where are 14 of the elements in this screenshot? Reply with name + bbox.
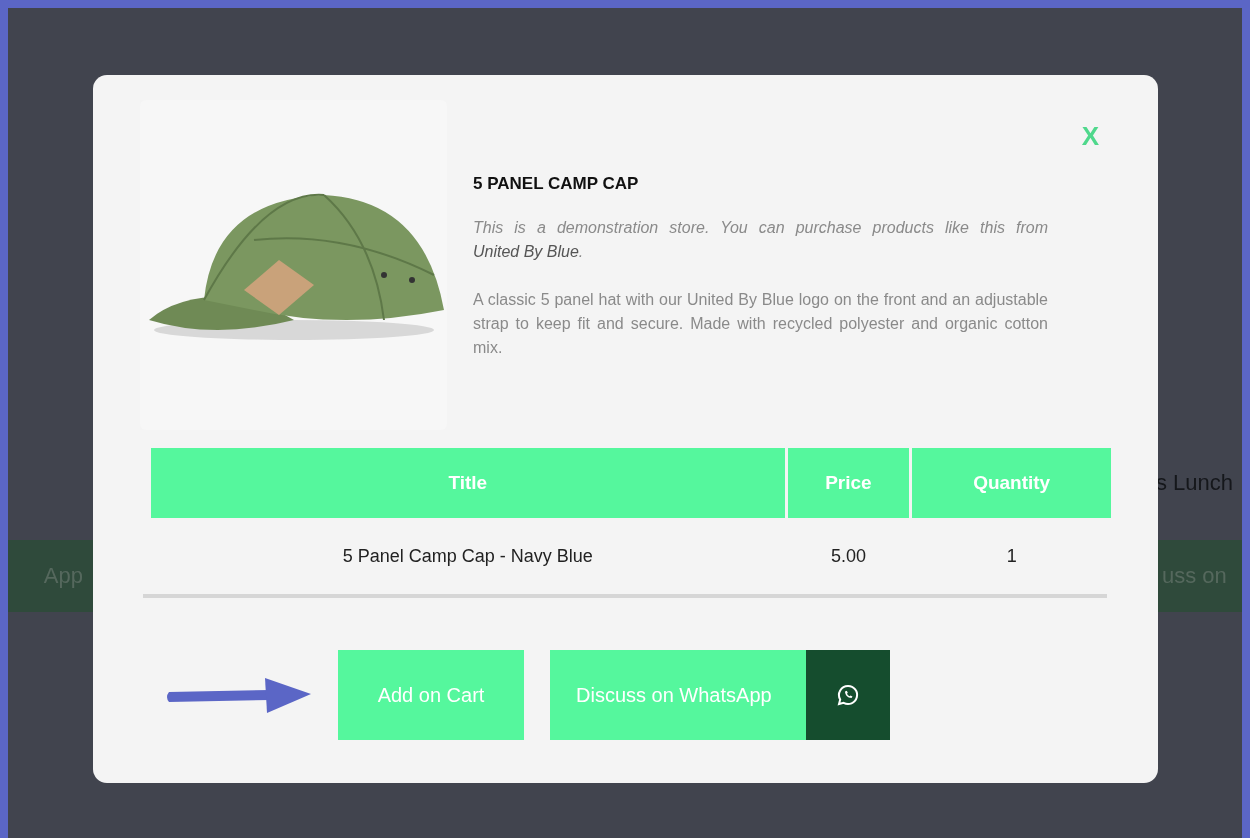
add-to-cart-button[interactable]: Add on Cart [338, 650, 524, 740]
table-cell-text: 5.00 [829, 544, 867, 568]
table-cell-text: 1 [1005, 544, 1018, 568]
close-button[interactable]: X [1077, 121, 1103, 152]
table-cell-text: 5 Panel Camp Cap - Navy Blue [341, 544, 594, 568]
product-description: A classic 5 panel hat with our United By Blue logo on the front and an adjustable strap to keep fit and secure. Made with recycled polyester and organic cotton mix. [473, 290, 1048, 358]
product-title: 5 PANEL CAMP CAP [473, 174, 640, 194]
store-link[interactable]: United By Blue [473, 243, 579, 260]
chat-bubble-icon [835, 683, 860, 707]
column-header: Title [151, 448, 785, 518]
whatsapp-button[interactable]: Discuss on WhatsApp [550, 650, 890, 740]
column-header: Quantity [912, 448, 1111, 518]
demo-store-note: This is a demonstration store. You can purchase products like this from United By Blue. [473, 218, 1048, 262]
column-header: Price [787, 448, 910, 518]
